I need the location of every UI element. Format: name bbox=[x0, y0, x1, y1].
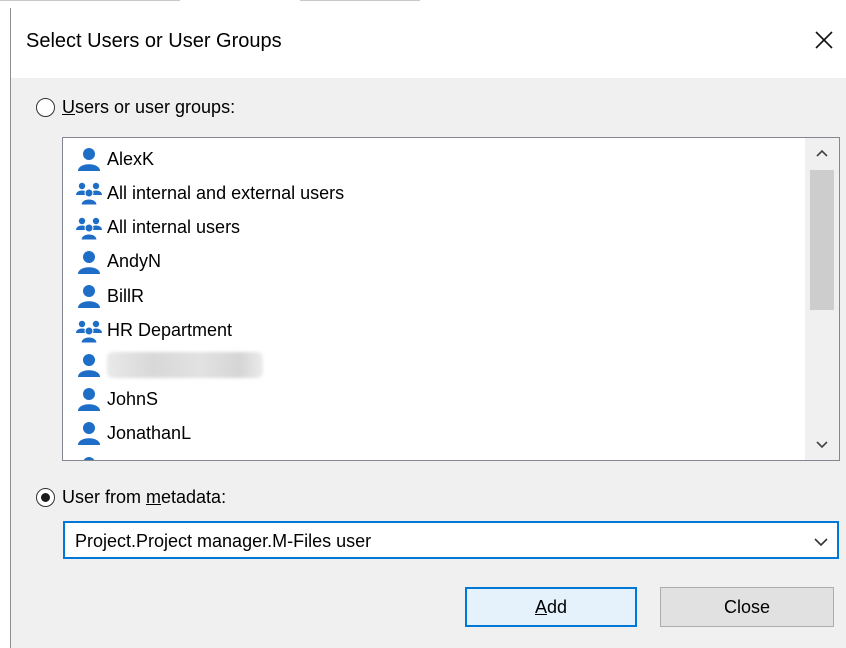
chevron-down-icon bbox=[816, 441, 828, 449]
users-listbox[interactable]: AlexK All internal and external users All … bbox=[62, 137, 840, 461]
list-item[interactable]: AlexK bbox=[75, 142, 154, 176]
user-icon bbox=[75, 454, 103, 460]
list-item[interactable] bbox=[75, 348, 263, 382]
list-item[interactable]: All internal users bbox=[75, 211, 240, 245]
list-item-label: All internal users bbox=[107, 217, 241, 238]
user-group-icon bbox=[75, 179, 103, 207]
user-group-icon bbox=[75, 317, 103, 345]
select-users-dialog: Select Users or User Groups Users or use… bbox=[10, 8, 846, 648]
list-item[interactable]: HR Department bbox=[75, 314, 232, 348]
user-icon bbox=[75, 248, 103, 276]
user-icon bbox=[75, 351, 103, 379]
combobox-value: Project.Project manager.M-Files user bbox=[75, 531, 372, 551]
list-item[interactable]: JonathanL bbox=[75, 416, 191, 450]
background-window-edge bbox=[0, 0, 846, 8]
redacted-name bbox=[107, 351, 263, 378]
list-item-label: BillR bbox=[107, 285, 145, 306]
user-icon bbox=[75, 145, 103, 173]
list-item[interactable]: AndyN bbox=[75, 245, 161, 279]
scroll-up-button[interactable] bbox=[805, 138, 839, 168]
list-item-label: JohnS bbox=[107, 388, 159, 409]
metadata-radio-label[interactable]: User from metadata: bbox=[62, 487, 226, 508]
users-radio-label[interactable]: Users or user groups: bbox=[62, 97, 235, 118]
list-scrollbar[interactable] bbox=[805, 138, 839, 460]
list-item[interactable]: JohnS bbox=[75, 382, 158, 416]
dialog-title: Select Users or User Groups bbox=[26, 30, 282, 52]
list-item-label: HR Department bbox=[107, 320, 233, 340]
title-bar: Select Users or User Groups bbox=[11, 8, 846, 78]
user-group-icon bbox=[75, 214, 103, 242]
list-item[interactable]: All internal and external users bbox=[75, 176, 344, 210]
close-icon[interactable] bbox=[806, 22, 842, 58]
scroll-down-button[interactable] bbox=[805, 430, 839, 460]
user-icon bbox=[75, 282, 103, 310]
list-item[interactable]: BillR bbox=[75, 279, 144, 313]
metadata-property-combobox[interactable]: Project.Project manager.M-Files user bbox=[63, 521, 839, 559]
users-radio[interactable] bbox=[36, 98, 55, 117]
chevron-down-icon[interactable] bbox=[811, 532, 831, 552]
list-item-label: AlexK bbox=[107, 148, 155, 169]
list-item-partial[interactable] bbox=[75, 451, 107, 460]
chevron-up-icon bbox=[816, 149, 828, 157]
list-item-label: JonathanL bbox=[107, 422, 192, 443]
metadata-radio[interactable] bbox=[36, 488, 55, 507]
list-item-label: AndyN bbox=[107, 251, 162, 272]
user-icon bbox=[75, 385, 103, 413]
close-button[interactable]: Close bbox=[660, 587, 834, 627]
list-item-label: All internal and external users bbox=[107, 182, 345, 203]
add-button[interactable]: Add bbox=[465, 587, 637, 627]
user-icon bbox=[75, 419, 103, 447]
radio-selected-dot bbox=[41, 493, 50, 502]
scroll-thumb[interactable] bbox=[810, 170, 834, 310]
